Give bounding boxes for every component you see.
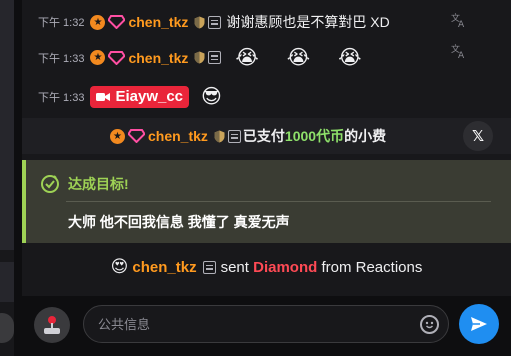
send-icon[interactable] <box>459 304 499 344</box>
joystick-icon[interactable] <box>34 307 70 343</box>
chat-message-input[interactable] <box>83 305 449 343</box>
diamond-badge-icon <box>128 129 145 144</box>
svg-text:A: A <box>458 51 465 59</box>
book-badge-icon <box>208 51 222 64</box>
message-time: 下午 1:32 <box>38 17 85 29</box>
shield-badge-icon <box>194 51 205 64</box>
diamond-notification: 😍 chen_tkz sent Diamond from Reactions <box>22 252 511 282</box>
smiley-icon[interactable] <box>420 315 439 334</box>
star-badge-icon: ★ <box>110 128 125 144</box>
tip-amount: 1000代币 <box>284 128 345 144</box>
message-text: 谢谢惠顾也是不算對巴 XD <box>226 14 390 30</box>
crying-emoji: 😭 <box>235 47 259 69</box>
username[interactable]: chen_tkz <box>128 50 188 66</box>
chat-message: 下午 1:33 Eiayw_cc 😎 <box>38 84 236 109</box>
goal-text: 大师 他不回我信息 我懂了 真爱无声 <box>68 214 290 230</box>
diamond-badge-icon <box>108 15 126 30</box>
left-panel-segment <box>0 262 14 302</box>
heart-eyes-emoji: 😍 <box>110 257 129 276</box>
translate-icon[interactable]: 文A <box>451 12 467 30</box>
diamond-item: Diamond <box>253 258 318 276</box>
goal-banner: 达成目标! 大师 他不回我信息 我懂了 真爱无声 <box>22 160 511 243</box>
book-badge-icon <box>227 129 241 143</box>
tip-suffix: 的小费 <box>344 128 387 144</box>
x-logo-icon[interactable]: 𝕏 <box>463 121 493 151</box>
chat-input-bar <box>22 296 511 356</box>
message-time: 下午 1:33 <box>38 52 85 65</box>
tip-notification: ★ chen_tkz 已支付 1000代币 的小费 𝕏 <box>22 118 511 154</box>
chat-message: 下午 1:32 ★ chen_tkz 谢谢惠顾也是不算對巴 XD <box>38 12 390 32</box>
broadcaster-badge[interactable]: Eiayw_cc <box>90 85 190 108</box>
sunglasses-emoji: 😎 <box>201 86 222 108</box>
left-panel-segment <box>0 0 14 250</box>
shield-badge-icon <box>194 16 205 29</box>
star-badge-icon: ★ <box>90 14 106 30</box>
username: Eiayw_cc <box>115 88 184 105</box>
message-time: 下午 1:33 <box>38 91 85 104</box>
tip-prefix: 已支付 <box>242 128 285 144</box>
goal-divider <box>66 201 491 202</box>
sent-label: sent <box>220 258 249 276</box>
book-badge-icon <box>202 260 216 274</box>
left-panel-button[interactable] <box>0 313 14 343</box>
translate-icon[interactable]: 文A <box>451 43 467 61</box>
goal-title: 达成目标! <box>68 176 129 192</box>
target-check-icon <box>41 175 59 193</box>
svg-text:A: A <box>458 20 465 28</box>
left-panel-edge <box>0 0 14 356</box>
shield-badge-icon <box>214 130 225 143</box>
username[interactable]: chen_tkz <box>148 128 208 144</box>
camera-icon <box>96 92 111 101</box>
star-badge-icon: ★ <box>90 50 106 65</box>
diamond-badge-icon <box>108 50 126 65</box>
chat-message: 下午 1:33 ★ chen_tkz 😭 😭 😭 <box>38 45 376 70</box>
username[interactable]: chen_tkz <box>128 14 188 30</box>
crying-emoji: 😭 <box>286 47 311 69</box>
chat-panel: 下午 1:32 ★ chen_tkz 谢谢惠顾也是不算對巴 XD 文A 下午 1… <box>22 0 511 296</box>
username[interactable]: chen_tkz <box>132 259 196 276</box>
book-badge-icon <box>208 15 222 29</box>
source-label: from Reactions <box>321 258 423 276</box>
crying-emoji: 😭 <box>338 47 362 69</box>
